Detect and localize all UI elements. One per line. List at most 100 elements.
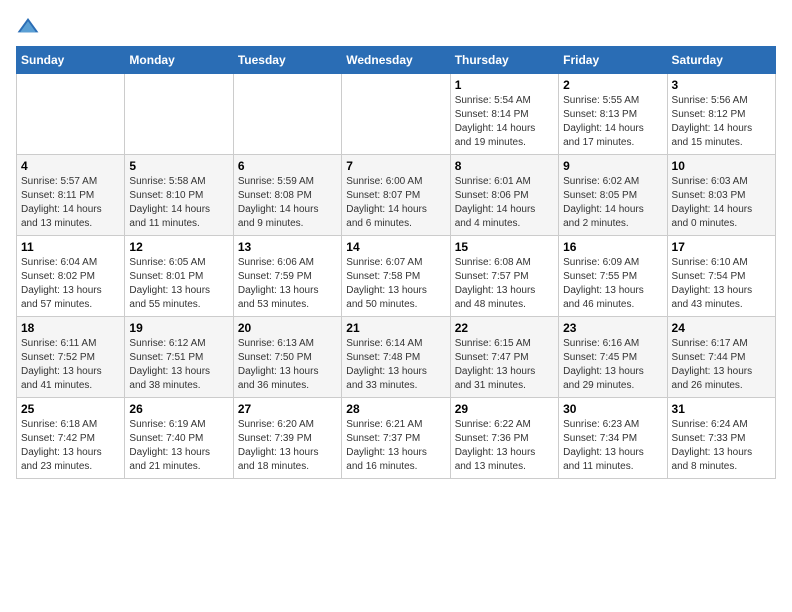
calendar-cell: 17 Sunrise: 6:10 AMSunset: 7:54 PMDayligh… [667, 236, 775, 317]
day-info: Sunrise: 6:05 AMSunset: 8:01 PMDaylight:… [129, 257, 210, 310]
day-header-tuesday: Tuesday [233, 47, 341, 74]
day-number: 8 [455, 159, 554, 173]
day-info: Sunrise: 6:17 AMSunset: 7:44 PMDaylight:… [672, 338, 753, 391]
day-number: 11 [21, 240, 120, 254]
calendar-cell: 11 Sunrise: 6:04 AMSunset: 8:02 PMDayligh… [17, 236, 125, 317]
calendar-cell: 16Sunrise: 6:09 AMSunset: 7:55 PMDayligh… [559, 236, 667, 317]
calendar-cell [17, 74, 125, 155]
day-number: 19 [129, 321, 228, 335]
day-number: 26 [129, 402, 228, 416]
calendar-cell: 4 Sunrise: 5:57 AMSunset: 8:11 PMDaylight… [17, 155, 125, 236]
calendar-cell: 26 Sunrise: 6:19 AMSunset: 7:40 PMDayligh… [125, 398, 233, 479]
calendar-cell: 21 Sunrise: 6:14 AMSunset: 7:48 PMDayligh… [342, 317, 450, 398]
day-info: Sunrise: 6:10 AMSunset: 7:54 PMDaylight:… [672, 257, 753, 310]
day-number: 31 [672, 402, 771, 416]
day-info: Sunrise: 6:09 AMSunset: 7:55 PMDaylight:… [563, 257, 644, 310]
day-number: 17 [672, 240, 771, 254]
day-number: 24 [672, 321, 771, 335]
day-info: Sunrise: 6:01 AMSunset: 8:06 PMDaylight:… [455, 176, 536, 229]
day-number: 14 [346, 240, 445, 254]
day-header-thursday: Thursday [450, 47, 558, 74]
calendar-cell: 25 Sunrise: 6:18 AMSunset: 7:42 PMDayligh… [17, 398, 125, 479]
calendar-cell: 22 Sunrise: 6:15 AMSunset: 7:47 PMDayligh… [450, 317, 558, 398]
day-number: 18 [21, 321, 120, 335]
day-info: Sunrise: 6:20 AMSunset: 7:39 PMDaylight:… [238, 419, 319, 472]
day-header-wednesday: Wednesday [342, 47, 450, 74]
day-info: Sunrise: 6:18 AMSunset: 7:42 PMDaylight:… [21, 419, 102, 472]
calendar-cell: 6 Sunrise: 5:59 AMSunset: 8:08 PMDaylight… [233, 155, 341, 236]
calendar-cell: 24 Sunrise: 6:17 AMSunset: 7:44 PMDayligh… [667, 317, 775, 398]
calendar-table: SundayMondayTuesdayWednesdayThursdayFrid… [16, 46, 776, 479]
calendar-cell: 23Sunrise: 6:16 AMSunset: 7:45 PMDayligh… [559, 317, 667, 398]
day-number: 13 [238, 240, 337, 254]
day-info: Sunrise: 6:21 AMSunset: 7:37 PMDaylight:… [346, 419, 427, 472]
day-info: Sunrise: 6:07 AMSunset: 7:58 PMDaylight:… [346, 257, 427, 310]
day-header-monday: Monday [125, 47, 233, 74]
day-info: Sunrise: 6:02 AMSunset: 8:05 PMDaylight:… [563, 176, 644, 229]
day-number: 5 [129, 159, 228, 173]
calendar-cell [233, 74, 341, 155]
day-header-saturday: Saturday [667, 47, 775, 74]
day-number: 4 [21, 159, 120, 173]
day-info: Sunrise: 6:03 AMSunset: 8:03 PMDaylight:… [672, 176, 753, 229]
calendar-cell: 31 Sunrise: 6:24 AMSunset: 7:33 PMDayligh… [667, 398, 775, 479]
calendar-cell: 8 Sunrise: 6:01 AMSunset: 8:06 PMDaylight… [450, 155, 558, 236]
day-number: 2 [563, 78, 662, 92]
day-info: Sunrise: 6:08 AMSunset: 7:57 PMDaylight:… [455, 257, 536, 310]
calendar-cell: 1Sunrise: 5:54 AMSunset: 8:14 PMDaylight… [450, 74, 558, 155]
day-info: Sunrise: 6:24 AMSunset: 7:33 PMDaylight:… [672, 419, 753, 472]
day-info: Sunrise: 5:59 AMSunset: 8:08 PMDaylight:… [238, 176, 319, 229]
logo-icon [16, 16, 40, 36]
calendar-cell: 19 Sunrise: 6:12 AMSunset: 7:51 PMDayligh… [125, 317, 233, 398]
day-number: 29 [455, 402, 554, 416]
day-info: Sunrise: 5:58 AMSunset: 8:10 PMDaylight:… [129, 176, 210, 229]
calendar-cell [342, 74, 450, 155]
day-number: 25 [21, 402, 120, 416]
day-info: Sunrise: 6:11 AMSunset: 7:52 PMDaylight:… [21, 338, 102, 391]
day-info: Sunrise: 6:19 AMSunset: 7:40 PMDaylight:… [129, 419, 210, 472]
day-info: Sunrise: 6:00 AMSunset: 8:07 PMDaylight:… [346, 176, 427, 229]
calendar-cell: 15 Sunrise: 6:08 AMSunset: 7:57 PMDayligh… [450, 236, 558, 317]
day-number: 21 [346, 321, 445, 335]
day-number: 9 [563, 159, 662, 173]
logo [16, 16, 44, 36]
day-info: Sunrise: 5:55 AMSunset: 8:13 PMDaylight:… [563, 95, 644, 148]
day-info: Sunrise: 5:57 AMSunset: 8:11 PMDaylight:… [21, 176, 102, 229]
day-number: 15 [455, 240, 554, 254]
day-info: Sunrise: 6:12 AMSunset: 7:51 PMDaylight:… [129, 338, 210, 391]
day-info: Sunrise: 6:13 AMSunset: 7:50 PMDaylight:… [238, 338, 319, 391]
header [16, 16, 776, 36]
day-number: 6 [238, 159, 337, 173]
day-number: 7 [346, 159, 445, 173]
calendar-cell: 5 Sunrise: 5:58 AMSunset: 8:10 PMDaylight… [125, 155, 233, 236]
day-info: Sunrise: 6:23 AMSunset: 7:34 PMDaylight:… [563, 419, 644, 472]
day-info: Sunrise: 6:22 AMSunset: 7:36 PMDaylight:… [455, 419, 536, 472]
calendar-cell: 20Sunrise: 6:13 AMSunset: 7:50 PMDayligh… [233, 317, 341, 398]
calendar-cell: 2 Sunrise: 5:55 AMSunset: 8:13 PMDaylight… [559, 74, 667, 155]
calendar-cell: 29 Sunrise: 6:22 AMSunset: 7:36 PMDayligh… [450, 398, 558, 479]
calendar-cell: 14 Sunrise: 6:07 AMSunset: 7:58 PMDayligh… [342, 236, 450, 317]
day-info: Sunrise: 6:06 AMSunset: 7:59 PMDaylight:… [238, 257, 319, 310]
day-number: 10 [672, 159, 771, 173]
day-number: 30 [563, 402, 662, 416]
calendar-cell: 13 Sunrise: 6:06 AMSunset: 7:59 PMDayligh… [233, 236, 341, 317]
calendar-cell: 12 Sunrise: 6:05 AMSunset: 8:01 PMDayligh… [125, 236, 233, 317]
day-info: Sunrise: 6:15 AMSunset: 7:47 PMDaylight:… [455, 338, 536, 391]
day-info: Sunrise: 5:54 AMSunset: 8:14 PMDaylight:… [455, 95, 536, 148]
calendar-cell: 28 Sunrise: 6:21 AMSunset: 7:37 PMDayligh… [342, 398, 450, 479]
day-number: 27 [238, 402, 337, 416]
calendar-cell: 10 Sunrise: 6:03 AMSunset: 8:03 PMDayligh… [667, 155, 775, 236]
calendar-cell: 9 Sunrise: 6:02 AMSunset: 8:05 PMDaylight… [559, 155, 667, 236]
day-number: 23 [563, 321, 662, 335]
day-number: 22 [455, 321, 554, 335]
day-info: Sunrise: 5:56 AMSunset: 8:12 PMDaylight:… [672, 95, 753, 148]
day-number: 12 [129, 240, 228, 254]
day-info: Sunrise: 6:14 AMSunset: 7:48 PMDaylight:… [346, 338, 427, 391]
calendar-cell: 7 Sunrise: 6:00 AMSunset: 8:07 PMDaylight… [342, 155, 450, 236]
day-header-friday: Friday [559, 47, 667, 74]
day-number: 28 [346, 402, 445, 416]
day-info: Sunrise: 6:04 AMSunset: 8:02 PMDaylight:… [21, 257, 102, 310]
calendar-cell: 18 Sunrise: 6:11 AMSunset: 7:52 PMDayligh… [17, 317, 125, 398]
calendar-cell [125, 74, 233, 155]
day-header-sunday: Sunday [17, 47, 125, 74]
